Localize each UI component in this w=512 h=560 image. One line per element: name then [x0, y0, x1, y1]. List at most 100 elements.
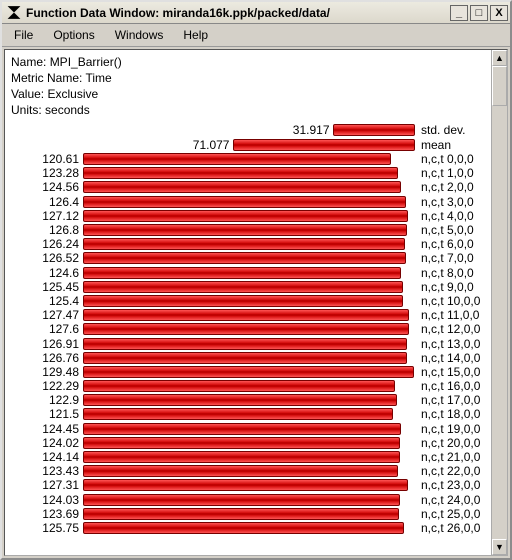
bar-label: n,c,t 23,0,0 — [415, 478, 487, 492]
bar-value: 126.4 — [5, 195, 83, 209]
bar-value: 124.03 — [5, 493, 83, 507]
bar-label: n,c,t 21,0,0 — [415, 450, 487, 464]
titlebar: Function Data Window: miranda16k.ppk/pac… — [2, 2, 510, 24]
bar-value: 124.02 — [5, 436, 83, 450]
bar-value: 126.8 — [5, 223, 83, 237]
data-row: 122.29n,c,t 16,0,0 — [5, 379, 487, 393]
bar-value: 127.12 — [5, 209, 83, 223]
data-row: 123.28n,c,t 1,0,0 — [5, 166, 487, 180]
data-row: 127.12n,c,t 4,0,0 — [5, 209, 487, 223]
vertical-scrollbar[interactable]: ▲ ▼ — [491, 50, 507, 555]
summary-row: 31.917std. dev. — [5, 122, 487, 137]
main-pane: Name: MPI_Barrier() Metric Name: Time Va… — [5, 50, 491, 555]
bar-value: 123.69 — [5, 507, 83, 521]
close-button[interactable]: X — [490, 5, 508, 21]
bar-label: n,c,t 10,0,0 — [415, 294, 487, 308]
data-row: 124.14 n,c,t 21,0,0 — [5, 450, 487, 464]
bar-label: n,c,t 20,0,0 — [415, 436, 487, 450]
minimize-button[interactable]: _ — [450, 5, 468, 21]
meta-value-value: Exclusive — [47, 87, 98, 101]
bar-value: 124.45 — [5, 422, 83, 436]
bar-value: 126.76 — [5, 351, 83, 365]
data-bar — [83, 352, 407, 364]
bar-label: n,c,t 5,0,0 — [415, 223, 487, 237]
data-row: 126.4 n,c,t 3,0,0 — [5, 195, 487, 209]
bar-label: n,c,t 8,0,0 — [415, 266, 487, 280]
menu-file[interactable]: File — [6, 26, 41, 44]
data-row: 125.45 n,c,t 9,0,0 — [5, 280, 487, 294]
data-row: 126.8 n,c,t 5,0,0 — [5, 223, 487, 237]
bar-value: 125.75 — [5, 521, 83, 535]
meta-name-label: Name: — [11, 55, 46, 69]
bar-label: n,c,t 15,0,0 — [415, 365, 487, 379]
menu-windows[interactable]: Windows — [107, 26, 172, 44]
meta-metric-label: Metric Name: — [11, 71, 82, 85]
menubar: File Options Windows Help — [2, 24, 510, 47]
bar-label: n,c,t 18,0,0 — [415, 407, 487, 421]
data-row: 126.76n,c,t 14,0,0 — [5, 351, 487, 365]
scroll-track[interactable] — [492, 66, 507, 539]
data-bar — [83, 238, 405, 250]
data-bar — [83, 465, 398, 477]
scroll-up-button[interactable]: ▲ — [492, 50, 507, 66]
bar-label: n,c,t 9,0,0 — [415, 280, 487, 294]
bar-label: n,c,t 11,0,0 — [415, 308, 487, 322]
data-row: 127.6n,c,t 12,0,0 — [5, 322, 487, 336]
bar-label: n,c,t 12,0,0 — [415, 322, 487, 336]
data-row: 124.03 n,c,t 24,0,0 — [5, 493, 487, 507]
data-row: 122.9 n,c,t 17,0,0 — [5, 393, 487, 407]
data-row: 120.61n,c,t 0,0,0 — [5, 152, 487, 166]
bar-value: 127.47 — [5, 308, 83, 322]
data-row: 127.31 n,c,t 23,0,0 — [5, 478, 487, 492]
scroll-down-button[interactable]: ▼ — [492, 539, 507, 555]
menu-options[interactable]: Options — [45, 26, 102, 44]
data-bar — [83, 437, 400, 449]
data-bar — [83, 494, 400, 506]
data-bar — [83, 380, 395, 392]
bar-value: 125.45 — [5, 280, 83, 294]
bar-chart: 31.917std. dev.71.077mean120.61n,c,t 0,0… — [5, 122, 491, 535]
data-bar — [83, 366, 414, 378]
bar-value: 123.43 — [5, 464, 83, 478]
data-row: 126.91n,c,t 13,0,0 — [5, 336, 487, 350]
bar-label: n,c,t 1,0,0 — [415, 166, 487, 180]
bar-label: n,c,t 25,0,0 — [415, 507, 487, 521]
data-row: 126.52n,c,t 7,0,0 — [5, 251, 487, 265]
data-bar — [83, 338, 407, 350]
maximize-button[interactable]: □ — [470, 5, 488, 21]
summary-row: 71.077mean — [5, 137, 487, 152]
bar-label: n,c,t 17,0,0 — [415, 393, 487, 407]
bar-label: n,c,t 26,0,0 — [415, 521, 487, 535]
data-row: 123.69 n,c,t 25,0,0 — [5, 507, 487, 521]
data-row: 129.48n,c,t 15,0,0 — [5, 365, 487, 379]
meta-value-label: Value: — [11, 87, 44, 101]
data-row: 124.45 n,c,t 19,0,0 — [5, 422, 487, 436]
bar-value: 122.9 — [5, 393, 83, 407]
bar-label: n,c,t 7,0,0 — [415, 251, 487, 265]
bar-label: n,c,t 22,0,0 — [415, 464, 487, 478]
data-bar — [83, 196, 406, 208]
data-bar — [83, 210, 408, 222]
data-row: 124.6n,c,t 8,0,0 — [5, 266, 487, 280]
bar-value: 124.56 — [5, 180, 83, 194]
bar-value: 125.4 — [5, 294, 83, 308]
data-bar — [83, 522, 404, 534]
bar-label: n,c,t 16,0,0 — [415, 379, 487, 393]
bar-value: 124.14 — [5, 450, 83, 464]
data-bar — [83, 153, 391, 165]
bar-value: 127.31 — [5, 478, 83, 492]
menu-help[interactable]: Help — [175, 26, 216, 44]
data-bar — [83, 224, 407, 236]
data-bar — [83, 423, 401, 435]
bar-label: n,c,t 19,0,0 — [415, 422, 487, 436]
summary-label: std. dev. — [415, 123, 487, 137]
data-bar — [83, 252, 406, 264]
meta-name-value: MPI_Barrier() — [50, 55, 122, 69]
data-row: 126.24n,c,t 6,0,0 — [5, 237, 487, 251]
summary-label: mean — [415, 138, 487, 152]
bar-label: n,c,t 3,0,0 — [415, 195, 487, 209]
window-buttons: _ □ X — [448, 5, 508, 21]
scroll-thumb[interactable] — [492, 66, 507, 106]
data-bar — [83, 167, 398, 179]
bar-label: n,c,t 24,0,0 — [415, 493, 487, 507]
